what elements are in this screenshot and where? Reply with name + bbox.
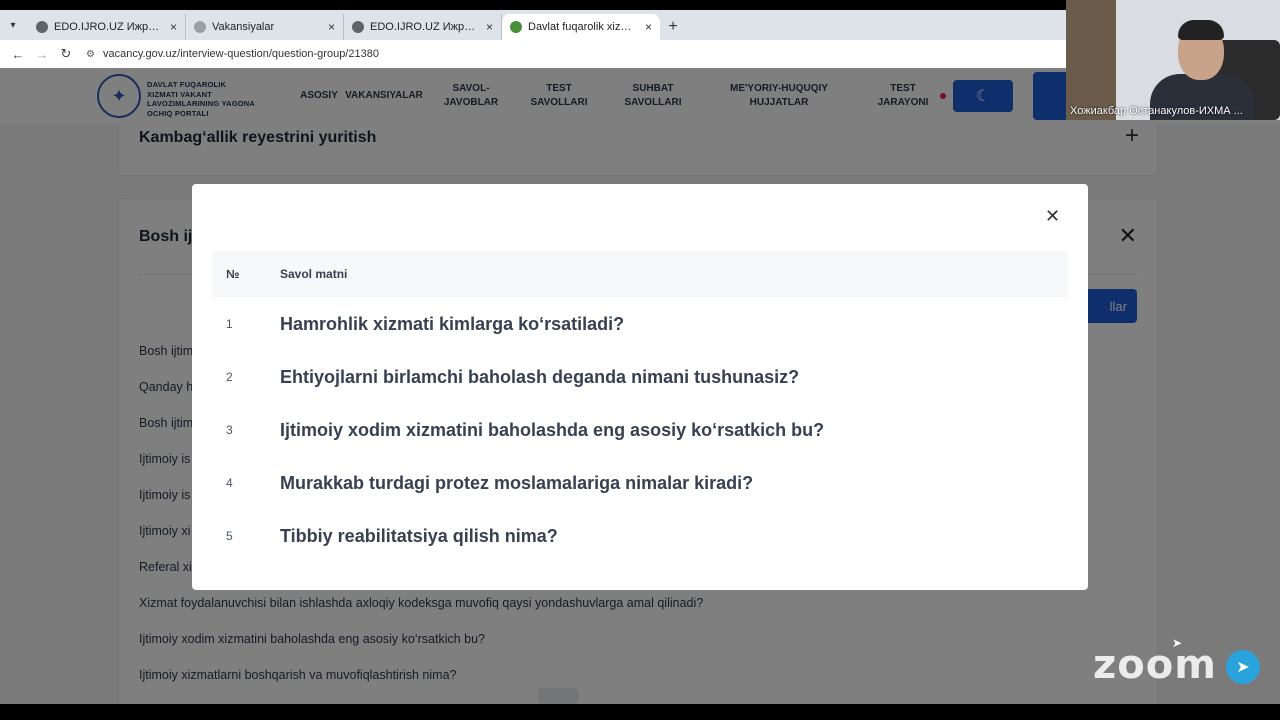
table-row: 3 Ijtimoiy xodim xizmatini baholashda en… [212, 410, 1068, 450]
question-text: Ehtiyojlarni birlamchi baholash deganda … [280, 366, 800, 387]
column-text-header: Savol matni [280, 267, 348, 281]
tab-close-icon[interactable]: × [328, 20, 335, 34]
reload-icon[interactable]: ↻ [54, 46, 78, 62]
tab-title: EDO.IJRO.UZ Ижро интизоми - [54, 21, 164, 33]
tab-title: Vakansiyalar [212, 21, 275, 33]
modal-close-icon[interactable]: ✕ [1045, 206, 1060, 227]
url-text: vacancy.gov.uz/interview-question/questi… [102, 48, 379, 60]
tab-favicon-icon [352, 21, 364, 33]
page-content: ✦ DAVLAT FUQAROLIK XIZMATI VAKANT LAVOZI… [0, 68, 1280, 704]
forward-arrow-icon[interactable]: → [30, 47, 54, 62]
browser-tab-2[interactable]: Vakansiyalar × [186, 14, 344, 40]
table-row: 1 Hamrohlik xizmati kimlarga ko‘rsatilad… [212, 304, 1068, 344]
tab-search-dropdown-icon[interactable]: ▾ [4, 14, 22, 36]
browser-tab-1[interactable]: EDO.IJRO.UZ Ижро интизоми - × [28, 14, 186, 40]
row-number: 3 [226, 423, 233, 437]
table-row: 5 Tibbiy reabilitatsiya qilish nima? [212, 516, 1068, 556]
new-tab-icon[interactable]: + [660, 14, 686, 40]
video-person-hair [1178, 20, 1224, 40]
zoom-logo: zoom [1093, 642, 1217, 688]
browser-tab-4-active[interactable]: Davlat fuqarolik xizmatchilari va × [502, 14, 660, 40]
tab-favicon-icon [510, 21, 522, 33]
row-number: 5 [226, 529, 233, 543]
video-bookshelf [1066, 0, 1116, 120]
participant-name: Хожиакбар Останакулов-ИХМА ... [1070, 105, 1243, 117]
table-row: 4 Murakkab turdagi protez moslamalariga … [212, 463, 1068, 503]
row-number: 2 [226, 370, 233, 384]
question-text: Hamrohlik xizmati kimlarga ko‘rsatiladi? [280, 313, 625, 334]
tab-close-icon[interactable]: × [645, 20, 652, 34]
row-number: 4 [226, 476, 233, 490]
question-text: Murakkab turdagi protez moslamalariga ni… [280, 472, 754, 493]
url-field[interactable]: ⚙ vacancy.gov.uz/interview-question/ques… [86, 48, 379, 60]
row-number: 1 [226, 317, 233, 331]
site-info-icon[interactable]: ⚙ [86, 49, 95, 60]
browser-tab-3[interactable]: EDO.IJRO.UZ Ижро интизоми - × [344, 14, 502, 40]
table-row: 2 Ehtiyojlarni birlamchi baholash degand… [212, 357, 1068, 397]
tab-close-icon[interactable]: × [486, 20, 493, 34]
column-number-header: № [226, 267, 240, 281]
table-header: № Savol matni [212, 251, 1068, 297]
tab-favicon-icon [194, 21, 206, 33]
question-text: Ijtimoiy xodim xizmatini baholashda eng … [280, 419, 825, 440]
back-arrow-icon[interactable]: ← [6, 47, 30, 62]
tab-favicon-icon [36, 21, 48, 33]
telegram-icon: ➤ [1226, 650, 1260, 684]
tab-close-icon[interactable]: × [170, 20, 177, 34]
questions-modal: ✕ № Savol matni 1 Hamrohlik xizmati kiml… [192, 184, 1088, 590]
tab-title: Davlat fuqarolik xizmatchilari va [528, 21, 639, 33]
tab-title: EDO.IJRO.UZ Ижро интизоми - [370, 21, 480, 33]
participant-video[interactable]: Хожиакбар Останакулов-ИХМА ... [1066, 0, 1280, 120]
question-text: Tibbiy reabilitatsiya qilish nima? [280, 525, 558, 546]
